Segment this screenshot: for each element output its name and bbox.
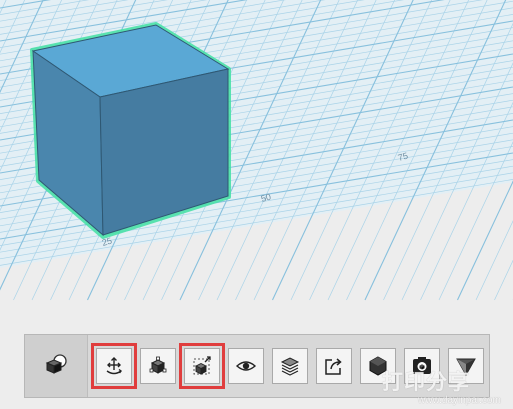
adjust-button[interactable] xyxy=(140,348,176,384)
move-icon xyxy=(103,355,125,377)
primitives-button[interactable] xyxy=(25,335,88,397)
adjust-icon xyxy=(147,355,169,377)
layers-button[interactable] xyxy=(272,348,308,384)
primitives-icon xyxy=(43,352,69,381)
move-button[interactable] xyxy=(91,343,137,389)
watermark-url: www.dayinpai.com xyxy=(418,395,501,406)
eye-icon xyxy=(235,355,257,377)
export-icon xyxy=(323,355,345,377)
watermark-title: 打印分享 xyxy=(382,370,470,394)
watermark: 打印分享 www.dayinpai.com xyxy=(376,366,513,409)
visibility-button[interactable] xyxy=(228,348,264,384)
layers-icon xyxy=(279,355,301,377)
scale-button[interactable] xyxy=(179,343,225,389)
export-button[interactable] xyxy=(316,348,352,384)
scale-icon xyxy=(191,355,213,377)
